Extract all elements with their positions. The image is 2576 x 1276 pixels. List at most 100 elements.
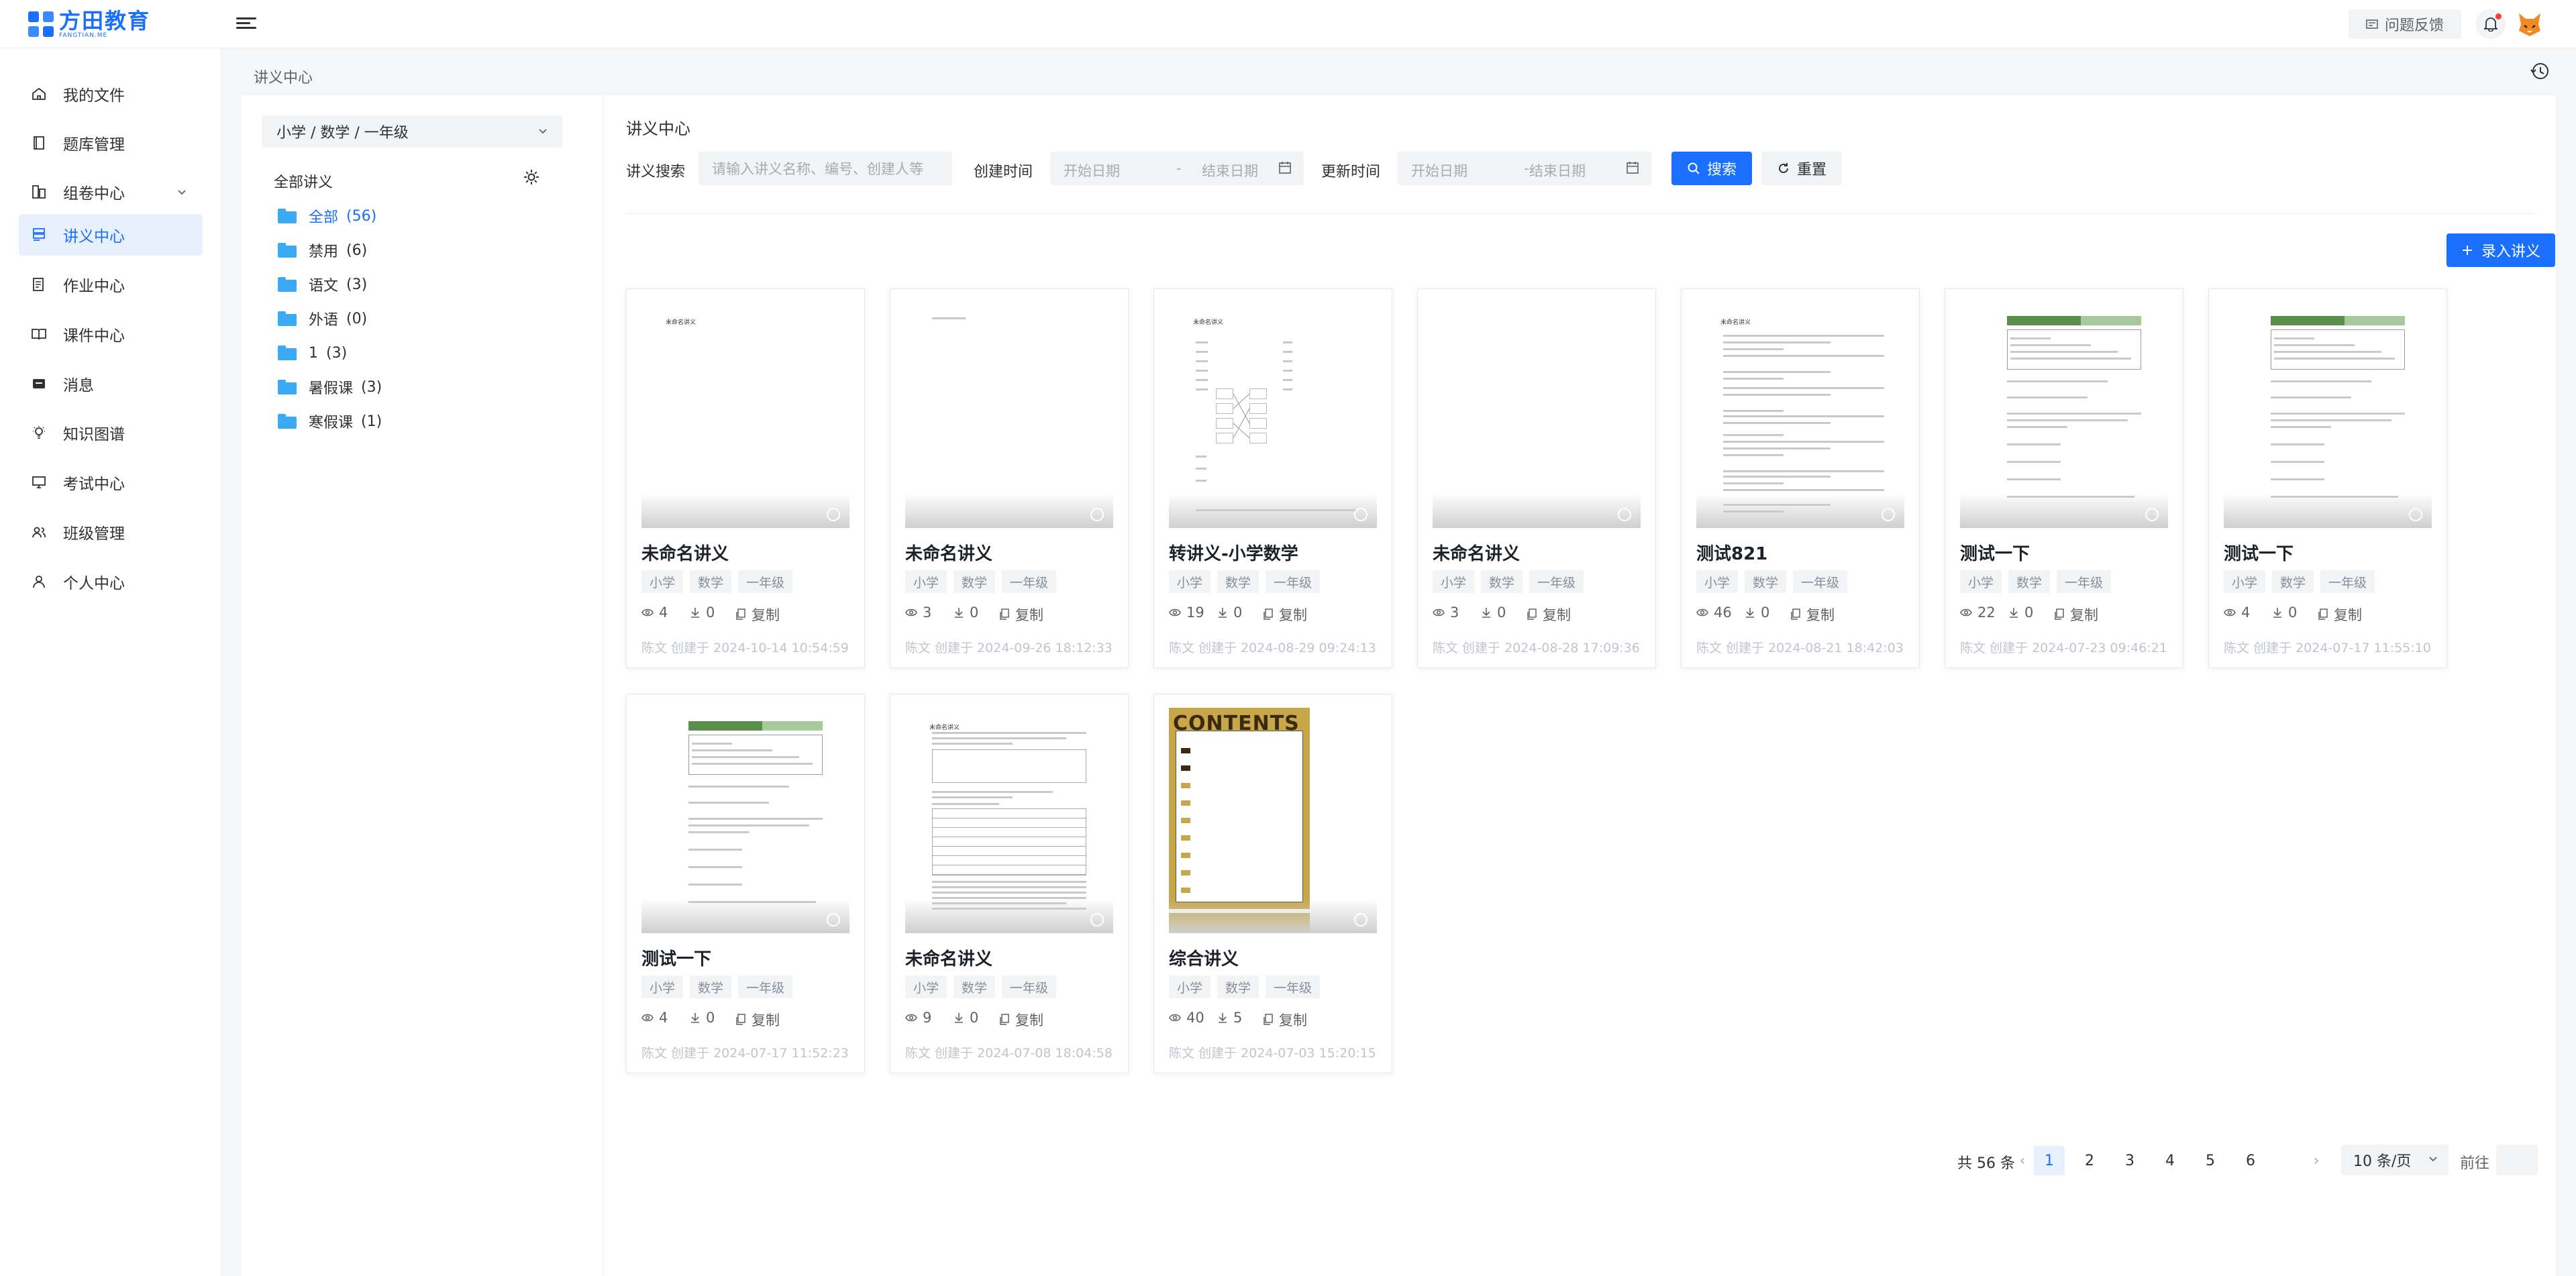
next-page-icon[interactable]: › xyxy=(2303,1146,2330,1175)
sidebar-item-7[interactable]: 知识图谱 xyxy=(19,412,203,454)
sidebar-item-3[interactable]: 讲义中心 xyxy=(19,214,203,256)
page-number[interactable]: 4 xyxy=(2155,1146,2185,1175)
sidebar-item-9[interactable]: 班级管理 xyxy=(19,511,203,553)
sidebar-item-6[interactable]: 消息 xyxy=(19,363,203,405)
page-number[interactable]: 3 xyxy=(2114,1146,2145,1175)
calendar-icon xyxy=(1627,162,1639,174)
handout-card[interactable]: 未命名讲义 小学 数学 一年级 3 0 复制 陈文 创建于 2024-08-28 17:09:… xyxy=(1417,288,1656,668)
grade-cascader[interactable]: 小学 / 数学 / 一年级 xyxy=(262,115,562,148)
handout-card[interactable]: 未命名讲义 未命名讲义 小学 数学 一年级 4 0 复制 陈文 创建于 2024-10-14 1… xyxy=(626,288,865,668)
tree-item[interactable]: 全部 (56) xyxy=(278,203,376,229)
info-icon[interactable] xyxy=(2145,508,2159,521)
reset-button[interactable]: 重置 xyxy=(1761,152,1842,185)
handout-preview[interactable]: 未命名讲义 xyxy=(1169,303,1377,528)
sidebar-item-2[interactable]: 组卷中心 xyxy=(19,171,203,213)
handout-preview[interactable]: CONTENTS xyxy=(1169,708,1377,933)
card-title[interactable]: 测试一下 xyxy=(1960,540,2030,565)
handout-card[interactable]: 未命名讲义 转讲义-小学数学 小学 数学 一年级 19 0 复制 陈文 创建于 2024-08-… xyxy=(1153,288,1392,668)
page-number[interactable]: 5 xyxy=(2195,1146,2226,1175)
copy-button[interactable]: 复制 xyxy=(2318,604,2362,625)
sidebar-item-8[interactable]: 考试中心 xyxy=(19,462,203,503)
prev-page-icon[interactable]: ‹ xyxy=(2009,1146,2036,1175)
handout-card[interactable]: 未命名讲义 测试821 小学 数学 一年级 46 0 复制 陈文 创建于 2024-08-21 … xyxy=(1681,288,1920,668)
sidebar-item-1[interactable]: 题库管理 xyxy=(19,122,203,164)
menu-toggle-icon[interactable] xyxy=(236,15,256,34)
sidebar-item-4[interactable]: 作业中心 xyxy=(19,264,203,305)
updated-date-range[interactable]: 开始日期 - 结束日期 xyxy=(1398,152,1651,185)
info-icon[interactable] xyxy=(1354,913,1368,926)
tree-item[interactable]: 禁用 (6) xyxy=(278,237,367,264)
info-icon[interactable] xyxy=(1618,508,1631,521)
handout-search-input[interactable]: 请输入讲义名称、编号、创建人等 xyxy=(699,152,952,185)
updated-end-date[interactable]: 结束日期 xyxy=(1529,160,1586,180)
brand-logo[interactable]: 方田教育 FANGTIAN.ME xyxy=(28,8,150,40)
card-title[interactable]: 未命名讲义 xyxy=(905,945,992,970)
copy-button[interactable]: 复制 xyxy=(735,604,780,625)
gear-icon[interactable] xyxy=(522,168,541,187)
page-number[interactable]: 2 xyxy=(2074,1146,2105,1175)
handout-preview[interactable]: 未命名讲义 xyxy=(905,708,1113,933)
avatar[interactable] xyxy=(2514,8,2546,40)
updated-start-date[interactable]: 开始日期 xyxy=(1411,160,1467,180)
handout-preview[interactable]: 未命名讲义 xyxy=(641,303,849,528)
card-title[interactable]: 测试821 xyxy=(1696,540,1767,565)
card-title[interactable]: 未命名讲义 xyxy=(1433,540,1520,565)
copy-button[interactable]: 复制 xyxy=(999,604,1043,625)
handout-preview[interactable] xyxy=(641,708,849,933)
copy-button[interactable]: 复制 xyxy=(2054,604,2098,625)
info-icon[interactable] xyxy=(827,913,840,926)
copy-button[interactable]: 复制 xyxy=(1790,604,1835,625)
handout-card[interactable]: 未命名讲义 未命名讲义 小学 数学 一年级 9 0 复制 陈文 创建于 2024-07-08 1… xyxy=(890,694,1129,1073)
card-title[interactable]: 未命名讲义 xyxy=(905,540,992,565)
handout-card[interactable]: 测试一下 小学 数学 一年级 4 0 复制 陈文 创建于 2024-07-17 11:52:2… xyxy=(626,694,865,1073)
sidebar-item-0[interactable]: 我的文件 xyxy=(19,73,203,115)
card-title[interactable]: 转讲义-小学数学 xyxy=(1169,540,1298,565)
page-number[interactable]: 6 xyxy=(2235,1146,2266,1175)
handout-card[interactable]: CONTENTS 综合讲义 小学 数学 一年级 40 5 复制 陈文 创建于 2024-07-0… xyxy=(1153,694,1392,1073)
copy-button[interactable]: 复制 xyxy=(735,1010,780,1030)
tree-item[interactable]: 1 (3) xyxy=(278,339,347,366)
feedback-button[interactable]: 问题反馈 xyxy=(2349,9,2461,39)
handout-card[interactable]: 测试一下 小学 数学 一年级 4 0 复制 陈文 创建于 2024-07-17 11:55:1… xyxy=(2208,288,2447,668)
handout-preview[interactable] xyxy=(905,303,1113,528)
info-icon[interactable] xyxy=(2409,508,2422,521)
handout-preview[interactable] xyxy=(1433,303,1641,528)
tree-item[interactable]: 外语 (0) xyxy=(278,305,367,332)
preview-line xyxy=(932,743,1013,745)
card-title[interactable]: 测试一下 xyxy=(2224,540,2294,565)
tree-item[interactable]: 寒假课 (1) xyxy=(278,408,382,435)
handout-card[interactable]: 未命名讲义 小学 数学 一年级 3 0 复制 陈文 创建于 2024-09-26 18:12:… xyxy=(890,288,1129,668)
handout-preview[interactable] xyxy=(2224,303,2432,528)
search-button[interactable]: 搜索 xyxy=(1671,152,1752,185)
info-icon[interactable] xyxy=(1354,508,1368,521)
copy-button[interactable]: 复制 xyxy=(1263,1010,1307,1030)
info-icon[interactable] xyxy=(1090,913,1104,926)
tree-item[interactable]: 暑假课 (3) xyxy=(278,374,382,401)
copy-button[interactable]: 复制 xyxy=(999,1010,1043,1030)
created-end-date[interactable]: 结束日期 xyxy=(1202,160,1258,180)
card-title[interactable]: 未命名讲义 xyxy=(641,540,729,565)
created-date-range[interactable]: 开始日期 - 结束日期 xyxy=(1050,152,1304,185)
handout-preview[interactable]: 未命名讲义 xyxy=(1696,303,1904,528)
handout-preview[interactable] xyxy=(1960,303,2168,528)
created-start-date[interactable]: 开始日期 xyxy=(1064,160,1120,180)
copy-button[interactable]: 复制 xyxy=(1527,604,1571,625)
tree-item[interactable]: 语文 (3) xyxy=(278,271,367,298)
goto-page-input[interactable] xyxy=(2496,1145,2538,1175)
copy-button[interactable]: 复制 xyxy=(1263,604,1307,625)
page-size-select[interactable]: 10 条/页 xyxy=(2341,1145,2449,1175)
notification-button[interactable] xyxy=(2476,9,2506,39)
sidebar-item-label: 消息 xyxy=(63,377,94,394)
history-icon[interactable] xyxy=(2529,60,2551,82)
card-title[interactable]: 测试一下 xyxy=(641,945,711,970)
add-handout-button[interactable]: 录入讲义 xyxy=(2446,233,2555,267)
page-number[interactable]: 1 xyxy=(2034,1146,2065,1175)
info-icon[interactable] xyxy=(1882,508,1895,521)
handout-card[interactable]: 测试一下 小学 数学 一年级 22 0 复制 陈文 创建于 2024-07-23 09:46:… xyxy=(1945,288,2183,668)
sidebar-item-5[interactable]: 课件中心 xyxy=(19,313,203,355)
card-title[interactable]: 综合讲义 xyxy=(1169,945,1239,970)
sidebar-item-10[interactable]: 个人中心 xyxy=(19,561,203,602)
info-icon[interactable] xyxy=(1090,508,1104,521)
info-icon[interactable] xyxy=(827,508,840,521)
breadcrumb[interactable]: 讲义中心 xyxy=(254,66,313,87)
